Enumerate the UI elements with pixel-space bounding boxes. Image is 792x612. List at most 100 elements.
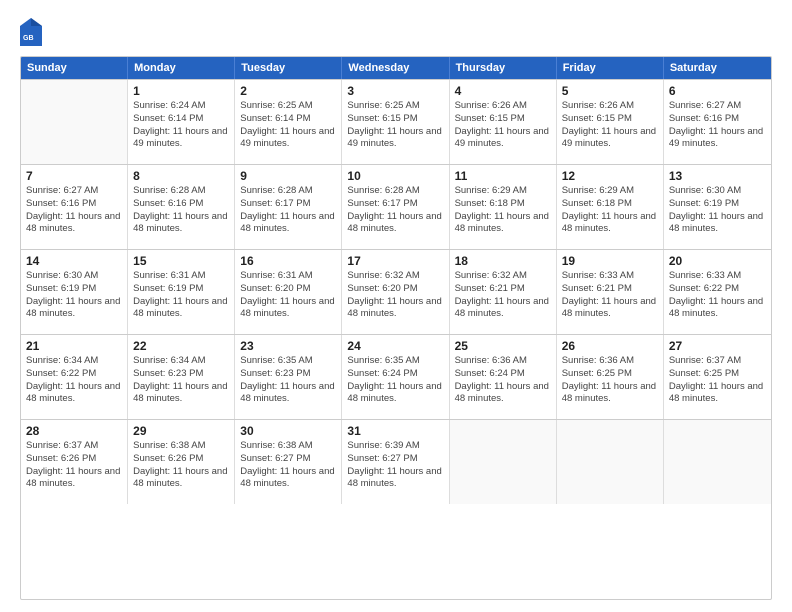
calendar-cell: 12 Sunrise: 6:29 AM Sunset: 6:18 PM Dayli… [557, 165, 664, 249]
day-info: Sunrise: 6:35 AM Sunset: 6:23 PM Dayligh… [240, 355, 336, 406]
weekday-header: Friday [557, 57, 664, 79]
day-number: 27 [669, 339, 766, 353]
calendar-cell: 20 Sunrise: 6:33 AM Sunset: 6:22 PM Dayli… [664, 250, 771, 334]
day-info: Sunrise: 6:33 AM Sunset: 6:22 PM Dayligh… [669, 270, 766, 321]
day-number: 22 [133, 339, 229, 353]
calendar-cell: 7 Sunrise: 6:27 AM Sunset: 6:16 PM Daylig… [21, 165, 128, 249]
calendar-row: 21 Sunrise: 6:34 AM Sunset: 6:22 PM Dayli… [21, 334, 771, 419]
calendar-cell [664, 420, 771, 504]
day-info: Sunrise: 6:27 AM Sunset: 6:16 PM Dayligh… [669, 100, 766, 151]
day-info: Sunrise: 6:37 AM Sunset: 6:26 PM Dayligh… [26, 440, 122, 491]
calendar-cell: 21 Sunrise: 6:34 AM Sunset: 6:22 PM Dayli… [21, 335, 128, 419]
day-info: Sunrise: 6:28 AM Sunset: 6:16 PM Dayligh… [133, 185, 229, 236]
calendar-cell: 16 Sunrise: 6:31 AM Sunset: 6:20 PM Dayli… [235, 250, 342, 334]
day-info: Sunrise: 6:25 AM Sunset: 6:15 PM Dayligh… [347, 100, 443, 151]
weekday-header: Wednesday [342, 57, 449, 79]
day-number: 10 [347, 169, 443, 183]
day-info: Sunrise: 6:24 AM Sunset: 6:14 PM Dayligh… [133, 100, 229, 151]
calendar-cell [557, 420, 664, 504]
day-info: Sunrise: 6:28 AM Sunset: 6:17 PM Dayligh… [347, 185, 443, 236]
day-info: Sunrise: 6:35 AM Sunset: 6:24 PM Dayligh… [347, 355, 443, 406]
calendar-cell [450, 420, 557, 504]
day-info: Sunrise: 6:36 AM Sunset: 6:25 PM Dayligh… [562, 355, 658, 406]
calendar-cell [21, 80, 128, 164]
calendar-cell: 18 Sunrise: 6:32 AM Sunset: 6:21 PM Dayli… [450, 250, 557, 334]
calendar-cell: 19 Sunrise: 6:33 AM Sunset: 6:21 PM Dayli… [557, 250, 664, 334]
day-number: 20 [669, 254, 766, 268]
day-number: 5 [562, 84, 658, 98]
calendar-cell: 14 Sunrise: 6:30 AM Sunset: 6:19 PM Dayli… [21, 250, 128, 334]
day-info: Sunrise: 6:30 AM Sunset: 6:19 PM Dayligh… [26, 270, 122, 321]
calendar-body: 1 Sunrise: 6:24 AM Sunset: 6:14 PM Daylig… [21, 79, 771, 504]
calendar-cell: 11Sunrise: 6:29 AM Sunset: 6:18 PM Dayli… [450, 165, 557, 249]
logo-icon: GB [20, 18, 42, 46]
day-number: 7 [26, 169, 122, 183]
day-info: Sunrise: 6:26 AM Sunset: 6:15 PM Dayligh… [455, 100, 551, 151]
day-info: Sunrise: 6:29 AM Sunset: 6:18 PM Dayligh… [562, 185, 658, 236]
day-info: Sunrise: 6:31 AM Sunset: 6:20 PM Dayligh… [240, 270, 336, 321]
logo: GB [20, 18, 46, 46]
calendar: SundayMondayTuesdayWednesdayThursdayFrid… [20, 56, 772, 600]
day-info: Sunrise: 6:34 AM Sunset: 6:23 PM Dayligh… [133, 355, 229, 406]
day-number: 13 [669, 169, 766, 183]
weekday-header: Sunday [21, 57, 128, 79]
calendar-cell: 22 Sunrise: 6:34 AM Sunset: 6:23 PM Dayli… [128, 335, 235, 419]
day-number: 24 [347, 339, 443, 353]
calendar-cell: 25Sunrise: 6:36 AM Sunset: 6:24 PM Dayli… [450, 335, 557, 419]
calendar-row: 14 Sunrise: 6:30 AM Sunset: 6:19 PM Dayli… [21, 249, 771, 334]
day-info: Sunrise: 6:32 AM Sunset: 6:21 PM Dayligh… [455, 270, 551, 321]
day-info: Sunrise: 6:25 AM Sunset: 6:14 PM Dayligh… [240, 100, 336, 151]
calendar-cell: 8Sunrise: 6:28 AM Sunset: 6:16 PM Daylig… [128, 165, 235, 249]
calendar-cell: 4 Sunrise: 6:26 AM Sunset: 6:15 PM Daylig… [450, 80, 557, 164]
calendar-row: 7 Sunrise: 6:27 AM Sunset: 6:16 PM Daylig… [21, 164, 771, 249]
day-info: Sunrise: 6:31 AM Sunset: 6:19 PM Dayligh… [133, 270, 229, 321]
day-number: 3 [347, 84, 443, 98]
day-number: 2 [240, 84, 336, 98]
day-info: Sunrise: 6:37 AM Sunset: 6:25 PM Dayligh… [669, 355, 766, 406]
calendar-cell: 29Sunrise: 6:38 AM Sunset: 6:26 PM Dayli… [128, 420, 235, 504]
calendar-cell: 27 Sunrise: 6:37 AM Sunset: 6:25 PM Dayli… [664, 335, 771, 419]
day-info: Sunrise: 6:38 AM Sunset: 6:27 PM Dayligh… [240, 440, 336, 491]
day-info: Sunrise: 6:26 AM Sunset: 6:15 PM Dayligh… [562, 100, 658, 151]
calendar-cell: 31Sunrise: 6:39 AM Sunset: 6:27 PM Dayli… [342, 420, 449, 504]
svg-text:GB: GB [23, 35, 34, 42]
day-number: 1 [133, 84, 229, 98]
day-info: Sunrise: 6:34 AM Sunset: 6:22 PM Dayligh… [26, 355, 122, 406]
calendar-cell: 28 Sunrise: 6:37 AM Sunset: 6:26 PM Dayli… [21, 420, 128, 504]
day-number: 11 [455, 169, 551, 183]
day-number: 16 [240, 254, 336, 268]
calendar-cell: 15 Sunrise: 6:31 AM Sunset: 6:19 PM Dayli… [128, 250, 235, 334]
calendar-cell: 1 Sunrise: 6:24 AM Sunset: 6:14 PM Daylig… [128, 80, 235, 164]
day-number: 19 [562, 254, 658, 268]
day-number: 15 [133, 254, 229, 268]
day-info: Sunrise: 6:33 AM Sunset: 6:21 PM Dayligh… [562, 270, 658, 321]
calendar-cell: 13 Sunrise: 6:30 AM Sunset: 6:19 PM Dayli… [664, 165, 771, 249]
day-number: 9 [240, 169, 336, 183]
day-info: Sunrise: 6:27 AM Sunset: 6:16 PM Dayligh… [26, 185, 122, 236]
day-info: Sunrise: 6:30 AM Sunset: 6:19 PM Dayligh… [669, 185, 766, 236]
calendar-cell: 6Sunrise: 6:27 AM Sunset: 6:16 PM Daylig… [664, 80, 771, 164]
day-number: 25 [455, 339, 551, 353]
calendar-cell: 2 Sunrise: 6:25 AM Sunset: 6:14 PM Daylig… [235, 80, 342, 164]
calendar-row: 28 Sunrise: 6:37 AM Sunset: 6:26 PM Dayli… [21, 419, 771, 504]
calendar-cell: 30Sunrise: 6:38 AM Sunset: 6:27 PM Dayli… [235, 420, 342, 504]
weekday-header: Thursday [450, 57, 557, 79]
calendar-header: SundayMondayTuesdayWednesdayThursdayFrid… [21, 57, 771, 79]
day-number: 4 [455, 84, 551, 98]
calendar-cell: 5 Sunrise: 6:26 AM Sunset: 6:15 PM Daylig… [557, 80, 664, 164]
calendar-row: 1 Sunrise: 6:24 AM Sunset: 6:14 PM Daylig… [21, 79, 771, 164]
day-number: 31 [347, 424, 443, 438]
calendar-cell: 17Sunrise: 6:32 AM Sunset: 6:20 PM Dayli… [342, 250, 449, 334]
day-number: 17 [347, 254, 443, 268]
weekday-header: Tuesday [235, 57, 342, 79]
weekday-header: Monday [128, 57, 235, 79]
day-number: 18 [455, 254, 551, 268]
calendar-cell: 23Sunrise: 6:35 AM Sunset: 6:23 PM Dayli… [235, 335, 342, 419]
day-number: 28 [26, 424, 122, 438]
day-info: Sunrise: 6:38 AM Sunset: 6:26 PM Dayligh… [133, 440, 229, 491]
day-number: 12 [562, 169, 658, 183]
day-number: 21 [26, 339, 122, 353]
calendar-cell: 10 Sunrise: 6:28 AM Sunset: 6:17 PM Dayli… [342, 165, 449, 249]
day-info: Sunrise: 6:28 AM Sunset: 6:17 PM Dayligh… [240, 185, 336, 236]
day-number: 14 [26, 254, 122, 268]
